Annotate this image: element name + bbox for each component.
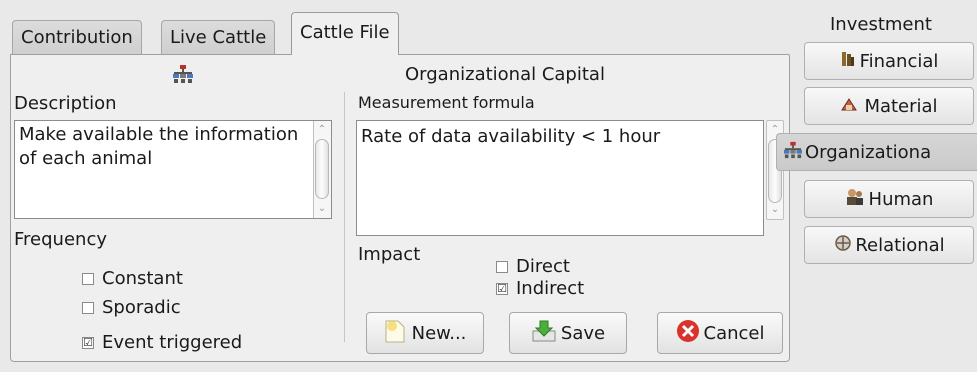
investment-item-label: Financial [859, 50, 939, 72]
formula-textarea[interactable]: Rate of data availability < 1 hour [356, 120, 764, 236]
relational-icon [833, 234, 853, 257]
scroll-up-icon[interactable]: ⌃ [315, 123, 329, 137]
investment-material-button[interactable]: Material [804, 87, 974, 125]
checkbox-event-triggered[interactable]: ☑ [82, 337, 94, 349]
option-label: Indirect [516, 278, 585, 299]
new-button-label: New... [411, 322, 467, 344]
description-label: Description [14, 93, 117, 114]
investment-human-button[interactable]: Human [804, 180, 974, 218]
scroll-down-icon[interactable]: ⌄ [768, 203, 782, 217]
investment-organizational-button[interactable]: Organizationa [776, 133, 977, 171]
frequency-option-constant[interactable]: Constant [82, 268, 183, 289]
frequency-label: Frequency [14, 229, 107, 250]
investment-title: Investment [830, 14, 932, 35]
description-text: Make available the information of each a… [19, 124, 299, 169]
option-label: Sporadic [102, 297, 181, 318]
tab-label: Live Cattle [170, 27, 267, 48]
panel-title: Organizational Capital [405, 64, 605, 85]
save-icon [531, 319, 557, 348]
panel-divider [344, 92, 345, 342]
scroll-thumb[interactable] [315, 139, 329, 199]
scroll-down-icon[interactable]: ⌄ [315, 202, 329, 216]
investment-item-label: Material [864, 95, 938, 117]
organizational-icon [783, 141, 803, 164]
investment-item-label: Relational [855, 234, 945, 256]
description-textarea[interactable]: Make available the information of each a… [14, 120, 332, 219]
option-label: Direct [516, 256, 570, 277]
investment-financial-button[interactable]: Financial [804, 42, 974, 80]
tab-label: Cattle File [300, 22, 390, 43]
investment-item-label: Human [868, 188, 934, 210]
checkbox-direct[interactable] [496, 261, 508, 273]
frequency-option-event-triggered[interactable]: ☑ Event triggered [82, 332, 242, 353]
checkbox-constant[interactable] [82, 273, 94, 285]
formula-text: Rate of data availability < 1 hour [361, 126, 661, 147]
organizational-icon [172, 64, 194, 88]
cancel-icon [676, 319, 700, 348]
investment-item-label: Organizationa [805, 141, 932, 163]
description-scrollbar[interactable]: ⌃ ⌄ [313, 121, 331, 218]
impact-option-indirect[interactable]: ☑ Indirect [496, 278, 584, 299]
tab-cattle-file[interactable]: Cattle File [291, 12, 399, 55]
material-icon [840, 96, 858, 117]
tab-live-cattle[interactable]: Live Cattle [161, 20, 276, 54]
save-button[interactable]: Save [509, 312, 627, 354]
new-button[interactable]: New... [366, 312, 484, 354]
cancel-button-label: Cancel [703, 322, 765, 344]
option-label: Constant [102, 268, 183, 289]
impact-option-direct[interactable]: Direct [496, 256, 570, 277]
formula-label: Measurement formula [358, 93, 535, 112]
new-icon [384, 319, 406, 348]
financial-icon [840, 50, 856, 73]
checkbox-sporadic[interactable] [82, 302, 94, 314]
tab-label: Contribution [21, 27, 133, 48]
save-button-label: Save [560, 322, 606, 344]
cancel-button[interactable]: Cancel [657, 312, 783, 354]
human-icon [845, 188, 865, 211]
tab-contribution[interactable]: Contribution [12, 20, 142, 54]
option-label: Event triggered [102, 332, 243, 353]
checkbox-indirect[interactable]: ☑ [496, 283, 508, 295]
frequency-option-sporadic[interactable]: Sporadic [82, 297, 181, 318]
investment-relational-button[interactable]: Relational [804, 226, 974, 264]
impact-label: Impact [358, 244, 421, 265]
